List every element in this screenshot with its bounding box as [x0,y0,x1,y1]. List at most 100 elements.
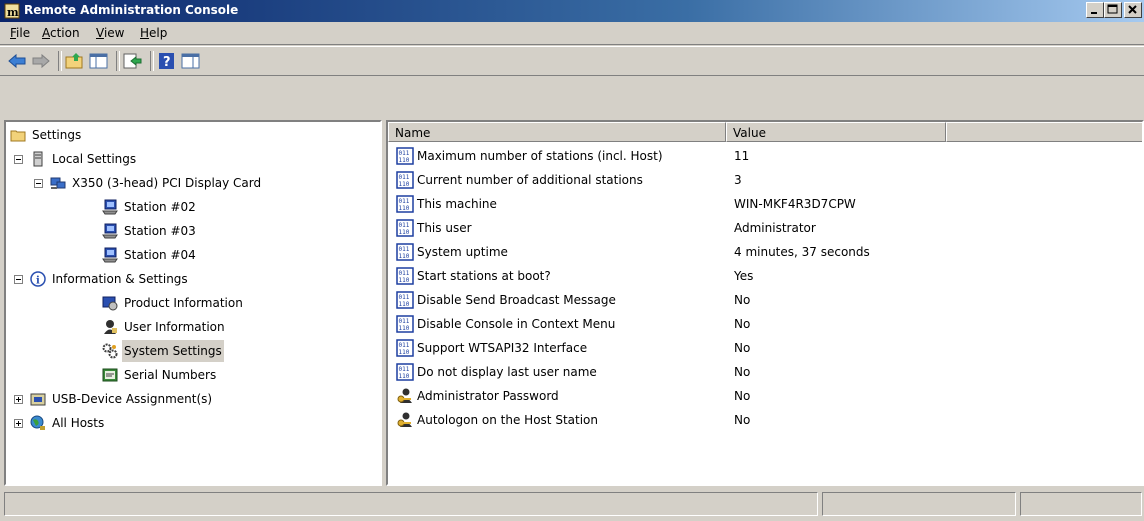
info-icon: i [30,271,46,287]
list-row[interactable]: 011 110 Support WTSAPI32 Interface No [388,336,1142,360]
tree-item-system-settings[interactable]: System Settings [102,340,224,362]
list-row-value: 3 [734,173,742,187]
column-header-value[interactable]: Value [726,122,946,142]
forward-button[interactable] [30,51,52,71]
binary-value-icon: 011110 [396,171,414,189]
tree-item-all-hosts[interactable]: All Hosts [30,412,106,434]
list-row-value: Yes [734,269,754,283]
svg-text:011: 011 [399,174,410,181]
svg-text:011: 011 [399,294,410,301]
key-user-icon [397,412,412,427]
list-row[interactable]: 011 110 Start stations at boot? Yes [388,264,1142,288]
list-row-value: 11 [734,149,750,163]
toolbar-separator [116,51,120,71]
details-list[interactable]: Name Value 011 110 Maximum number of stati… [386,120,1144,486]
folder-icon [10,130,26,142]
tree-item-product-information[interactable]: Product Information [102,292,245,314]
menu-action[interactable]: Action [42,26,80,40]
collapse-toggle[interactable] [14,155,23,164]
list-row-name: Support WTSAPI32 Interface [417,341,588,355]
menu-view[interactable]: View [96,26,124,40]
list-row-name-cell: Administrator Password [396,384,559,408]
list-row-name-cell: 011 110 Maximum number of stations (incl. … [396,144,663,168]
expand-toggle[interactable] [14,419,23,428]
minimize-button[interactable] [1086,2,1104,18]
export-icon [123,53,142,69]
list-row[interactable]: 011 110 Do not display last user name No [388,360,1142,384]
expand-toggle[interactable] [14,395,23,404]
tree-item-settings[interactable]: Settings [10,124,83,146]
status-panel-2 [822,492,1016,516]
list-row[interactable]: 011 110 Disable Send Broadcast Message No [388,288,1142,312]
list-row[interactable]: 011 110 This machine WIN-MKF4R3D7CPW [388,192,1142,216]
menu-bar: File Action View Help [0,22,1144,45]
tree-item-local-settings[interactable]: Local Settings [30,148,138,170]
list-row[interactable]: 011 110 This user Administrator [388,216,1142,240]
tree-item-label: USB-Device Assignment(s) [52,392,213,406]
tree-item-label: User Information [124,320,225,334]
binary-value-icon: 011110 [396,147,414,165]
list-row-value: No [734,317,751,331]
tree-item-label: All Hosts [52,416,105,430]
list-row-name: Administrator Password [417,389,559,403]
export-list-button[interactable] [122,51,144,71]
list-row-value: WIN-MKF4R3D7CPW [734,197,856,211]
tree-item-station-04[interactable]: Station #04 [102,244,198,266]
maximize-icon [1107,4,1118,14]
list-row[interactable]: 011 110 System uptime 4 minutes, 37 seconds [388,240,1142,264]
minimize-icon [1091,12,1097,14]
show-hide-tree-button[interactable] [88,51,110,71]
help-button[interactable]: ? [156,51,178,71]
list-row-name-cell: 011 110 Disable Console in Context Menu [396,312,615,336]
svg-text:110: 110 [399,277,410,284]
list-row-name-cell: 011 110 This user [396,216,472,240]
column-header-empty[interactable] [946,122,1142,142]
list-row[interactable]: 011 110 Current number of additional stati… [388,168,1142,192]
menu-help[interactable]: Help [140,26,167,40]
tree-item-station-03[interactable]: Station #03 [102,220,198,242]
menu-view-mnemonic: V [96,26,104,40]
tree-item-serial-numbers[interactable]: Serial Numbers [102,364,218,386]
collapse-toggle[interactable] [34,179,43,188]
toolbar-separator [150,51,154,71]
up-folder-icon [65,53,83,69]
list-row[interactable]: Autologon on the Host Station No [388,408,1142,432]
up-one-level-button[interactable] [64,51,86,71]
list-row-name: Autologon on the Host Station [417,413,598,427]
console-window: m Remote Administration Console File Act… [0,0,1144,521]
collapse-toggle[interactable] [14,275,23,284]
tree-item-user-information[interactable]: User Information [102,316,227,338]
tree-item-display-card[interactable]: X350 (3-head) PCI Display Card [50,172,263,194]
status-bar [0,490,1144,521]
tree-item-label: Station #03 [124,224,196,238]
tree-pane[interactable]: Settings Local Settings X350 (3-head) PC… [4,120,382,486]
list-row[interactable]: 011 110 Disable Console in Context Menu No [388,312,1142,336]
tree-item-information-settings[interactable]: i Information & Settings [30,268,190,290]
station-icon [102,223,118,239]
tree-item-station-02[interactable]: Station #02 [102,196,198,218]
title-bar[interactable]: m Remote Administration Console [0,0,1144,22]
list-row-value: No [734,365,751,379]
list-row-value: Administrator [734,221,816,235]
station-icon [102,199,118,215]
properties-button[interactable] [180,51,202,71]
list-row-name: Disable Send Broadcast Message [417,293,616,307]
app-icon: m [4,3,20,19]
list-row-name-cell: 011 110 Disable Send Broadcast Message [396,288,616,312]
close-button[interactable] [1124,2,1142,18]
menu-file[interactable]: File [10,26,30,40]
list-row-name: Current number of additional stations [417,173,643,187]
list-row[interactable]: Administrator Password No [388,384,1142,408]
toolbar-separator [58,51,62,71]
list-row[interactable]: 011 110 Maximum number of stations (incl. … [388,144,1142,168]
server-icon [33,151,43,167]
back-button[interactable] [6,51,28,71]
maximize-button[interactable] [1104,2,1122,18]
tree-item-label: Station #02 [124,200,196,214]
svg-text:011: 011 [399,342,410,349]
menu-action-mnemonic: A [42,26,50,40]
list-row-name-cell: 011 110 System uptime [396,240,508,264]
column-header-name[interactable]: Name [388,122,726,142]
station-icon [102,247,118,263]
tree-item-usb-device-assignment[interactable]: USB-Device Assignment(s) [30,388,214,410]
